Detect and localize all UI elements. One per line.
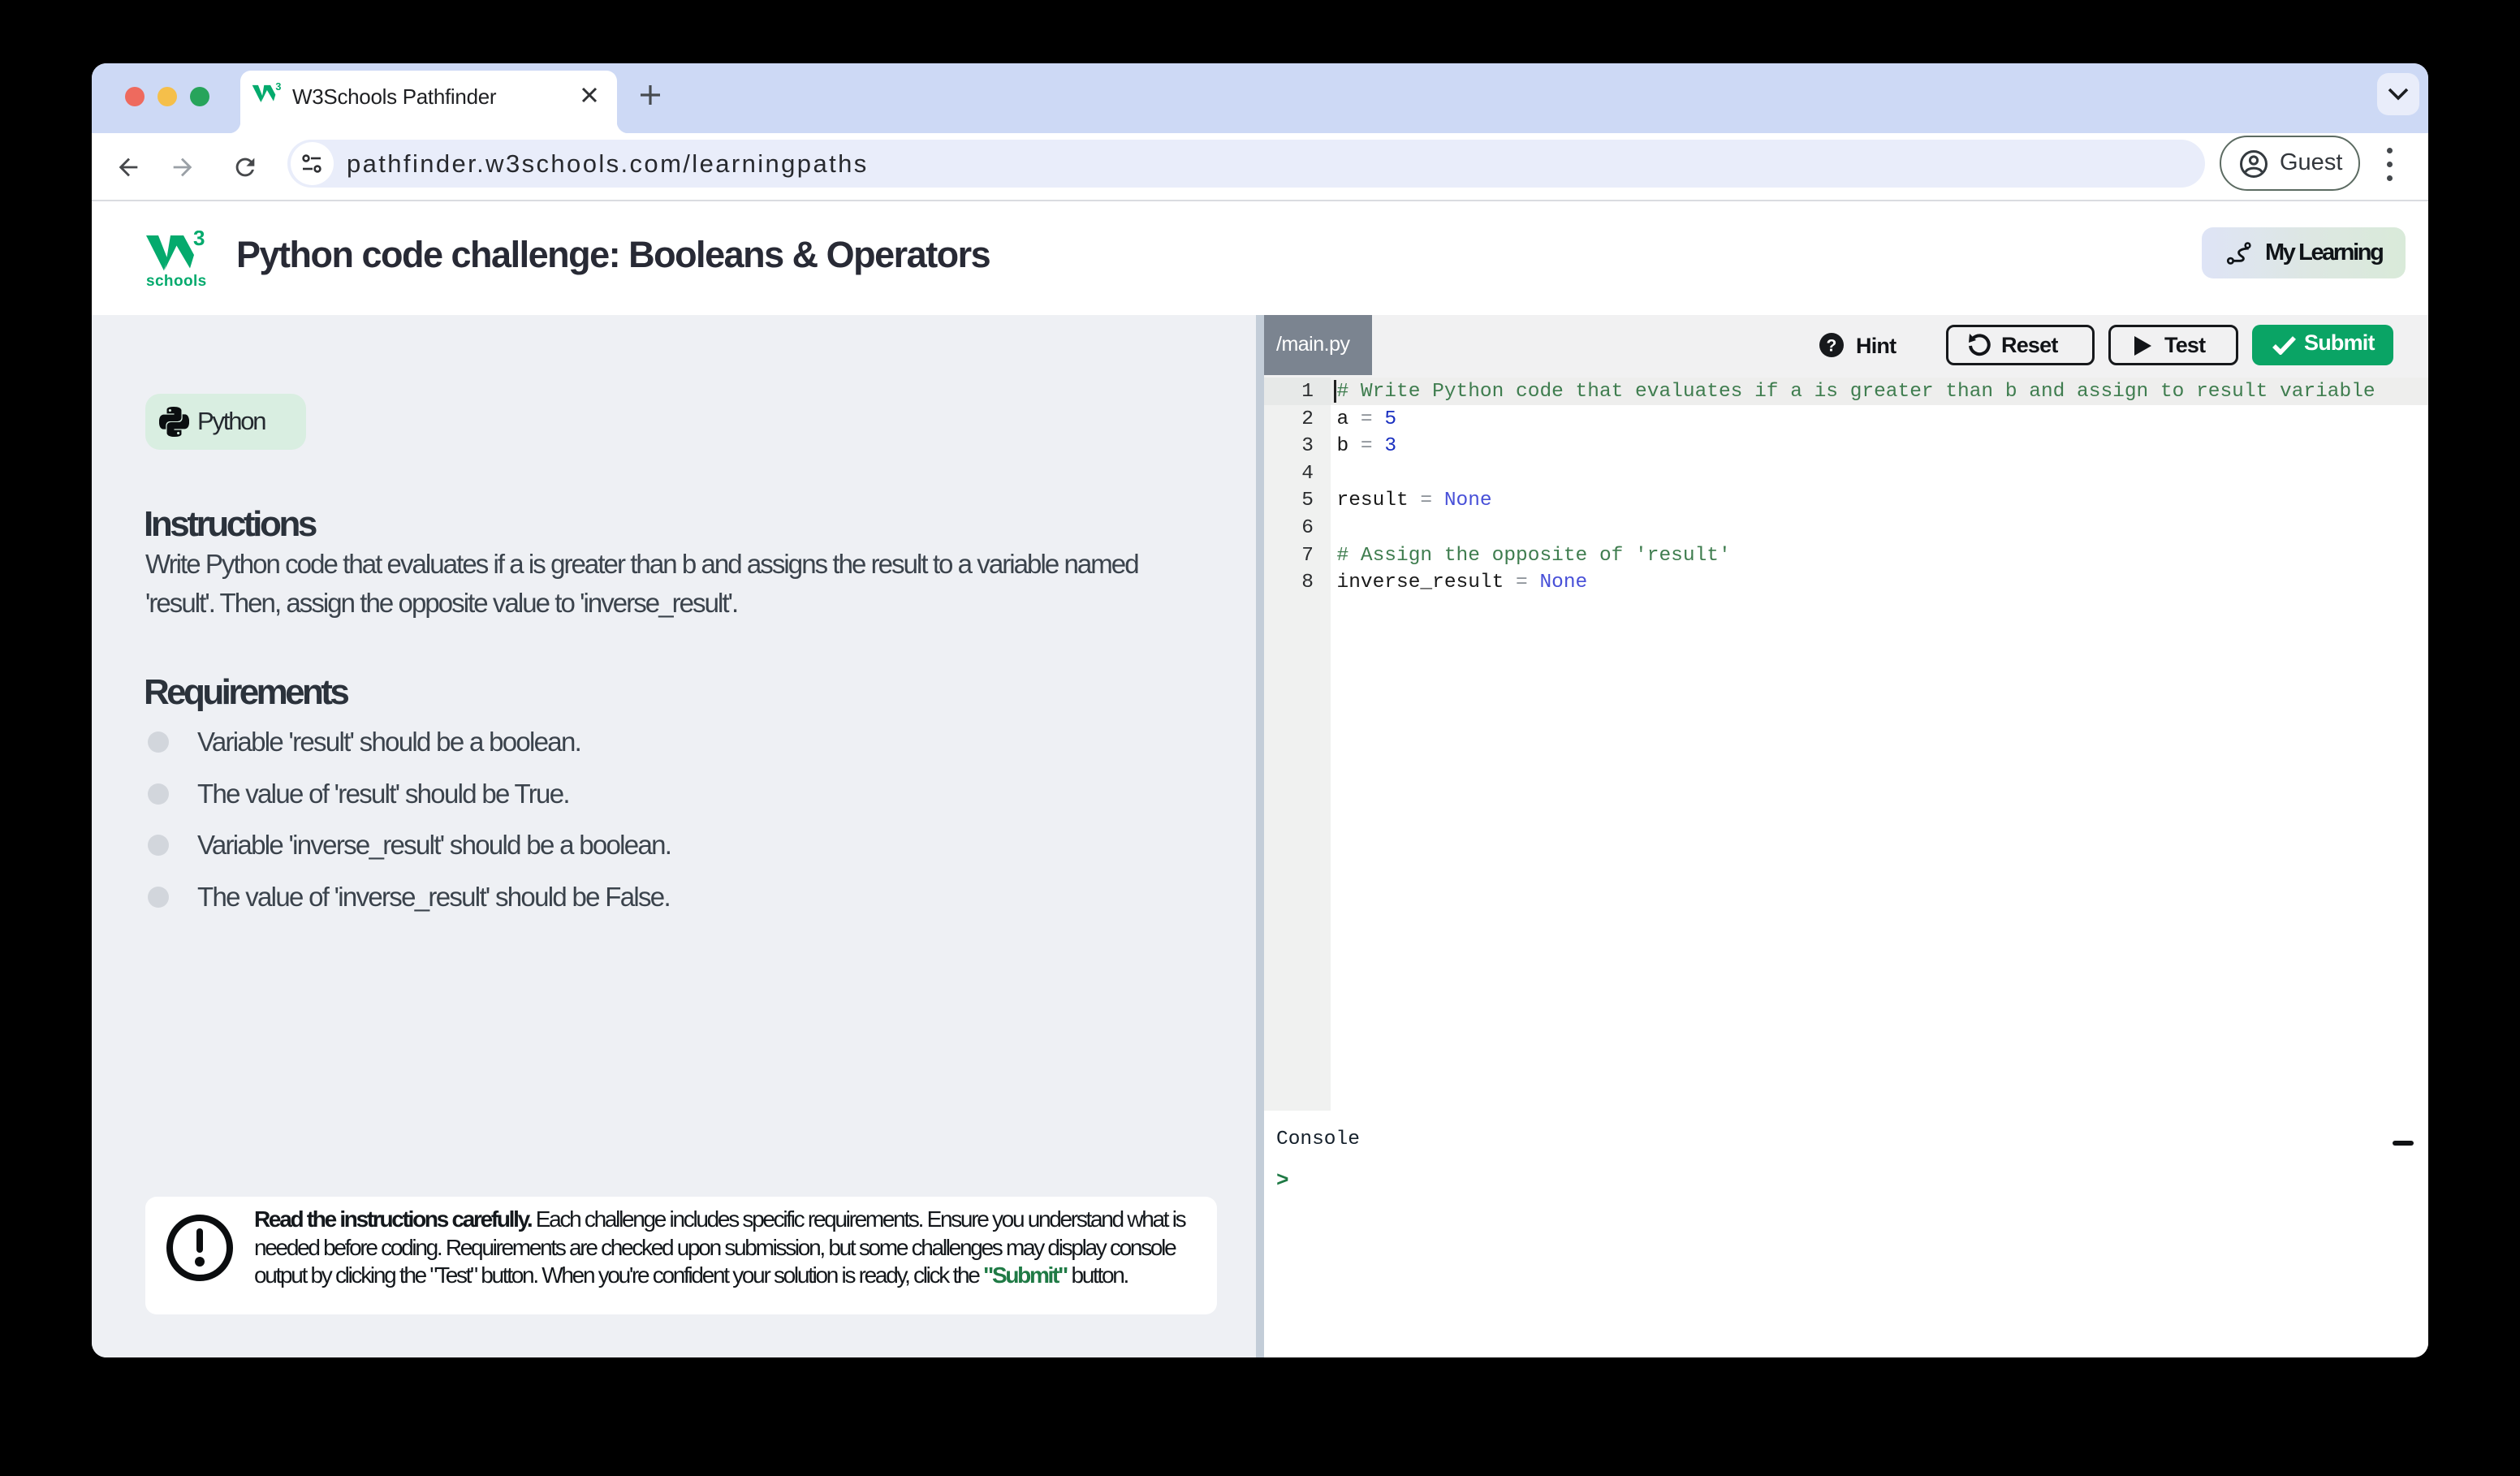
svg-text:3: 3 [275, 83, 281, 93]
svg-text:schools: schools [146, 273, 207, 289]
svg-text:?: ? [1827, 337, 1837, 356]
svg-text:3: 3 [193, 231, 205, 250]
